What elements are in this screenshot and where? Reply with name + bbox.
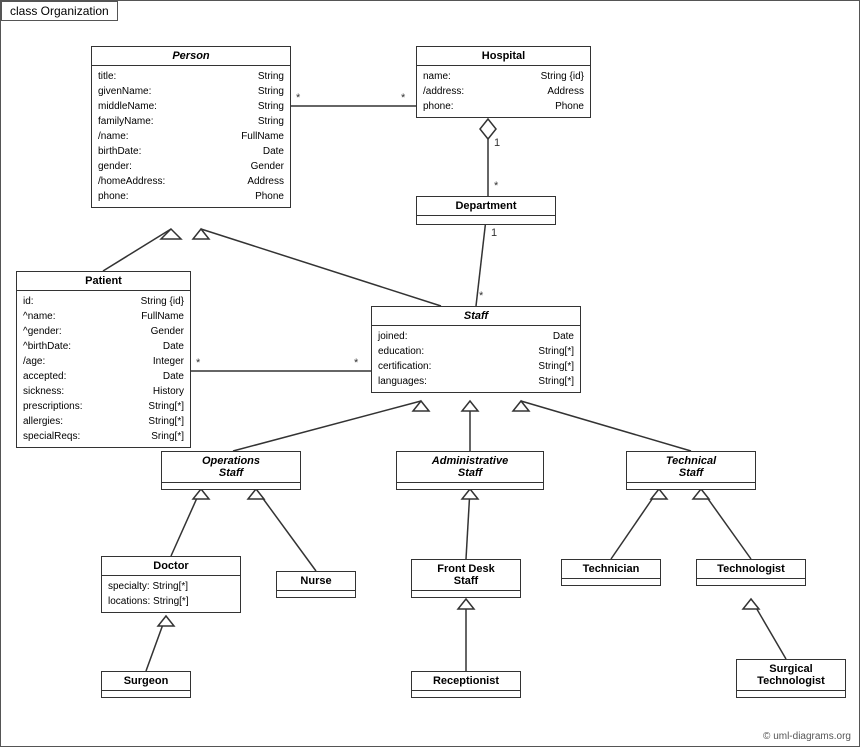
- class-tech-staff: TechnicalStaff: [626, 451, 756, 490]
- class-patient-attrs: id:String {id} ^name:FullName ^gender:Ge…: [17, 291, 190, 447]
- class-doctor-name: Doctor: [102, 557, 240, 576]
- class-technician: Technician: [561, 559, 661, 586]
- class-front-desk-name: Front DeskStaff: [412, 560, 520, 591]
- class-person: Person title:String givenName:String mid…: [91, 46, 291, 208]
- class-operations-staff-name: OperationsStaff: [162, 452, 300, 483]
- class-surgical-tech-name: SurgicalTechnologist: [737, 660, 845, 691]
- class-hospital-name: Hospital: [417, 47, 590, 66]
- class-doctor-attrs: specialty: String[*] locations: String[*…: [102, 576, 240, 612]
- svg-text:*: *: [296, 92, 301, 104]
- class-technologist: Technologist: [696, 559, 806, 586]
- class-staff-name: Staff: [372, 307, 580, 326]
- class-nurse: Nurse: [276, 571, 356, 598]
- class-operations-staff: OperationsStaff: [161, 451, 301, 490]
- class-person-name: Person: [92, 47, 290, 66]
- class-admin-staff: AdministrativeStaff: [396, 451, 544, 490]
- copyright: © uml-diagrams.org: [763, 731, 851, 742]
- class-technologist-name: Technologist: [697, 560, 805, 579]
- class-technician-name: Technician: [562, 560, 660, 579]
- class-hospital-attrs: name:String {id} /address:Address phone:…: [417, 66, 590, 117]
- svg-text:1: 1: [494, 137, 500, 149]
- class-surgeon: Surgeon: [101, 671, 191, 698]
- class-admin-staff-name: AdministrativeStaff: [397, 452, 543, 483]
- svg-text:*: *: [196, 357, 201, 369]
- class-doctor: Doctor specialty: String[*] locations: S…: [101, 556, 241, 613]
- svg-text:*: *: [401, 92, 406, 104]
- class-staff-attrs: joined:Date education:String[*] certific…: [372, 326, 580, 392]
- class-patient-name: Patient: [17, 272, 190, 291]
- class-tech-staff-name: TechnicalStaff: [627, 452, 755, 483]
- diagram-container: class Organization * * 1 * 1 * * *: [0, 0, 860, 747]
- class-surgeon-name: Surgeon: [102, 672, 190, 691]
- class-person-attrs: title:String givenName:String middleName…: [92, 66, 290, 207]
- class-front-desk: Front DeskStaff: [411, 559, 521, 598]
- class-department-attrs: [417, 216, 555, 224]
- svg-text:*: *: [494, 180, 499, 192]
- svg-text:*: *: [479, 290, 484, 302]
- class-hospital: Hospital name:String {id} /address:Addre…: [416, 46, 591, 118]
- class-surgical-tech: SurgicalTechnologist: [736, 659, 846, 698]
- svg-text:1: 1: [491, 227, 497, 239]
- class-staff: Staff joined:Date education:String[*] ce…: [371, 306, 581, 393]
- class-department-name: Department: [417, 197, 555, 216]
- class-nurse-name: Nurse: [277, 572, 355, 591]
- class-patient: Patient id:String {id} ^name:FullName ^g…: [16, 271, 191, 448]
- class-receptionist: Receptionist: [411, 671, 521, 698]
- class-receptionist-name: Receptionist: [412, 672, 520, 691]
- svg-text:*: *: [354, 357, 359, 369]
- class-department: Department: [416, 196, 556, 225]
- diagram-title: class Organization: [1, 1, 118, 21]
